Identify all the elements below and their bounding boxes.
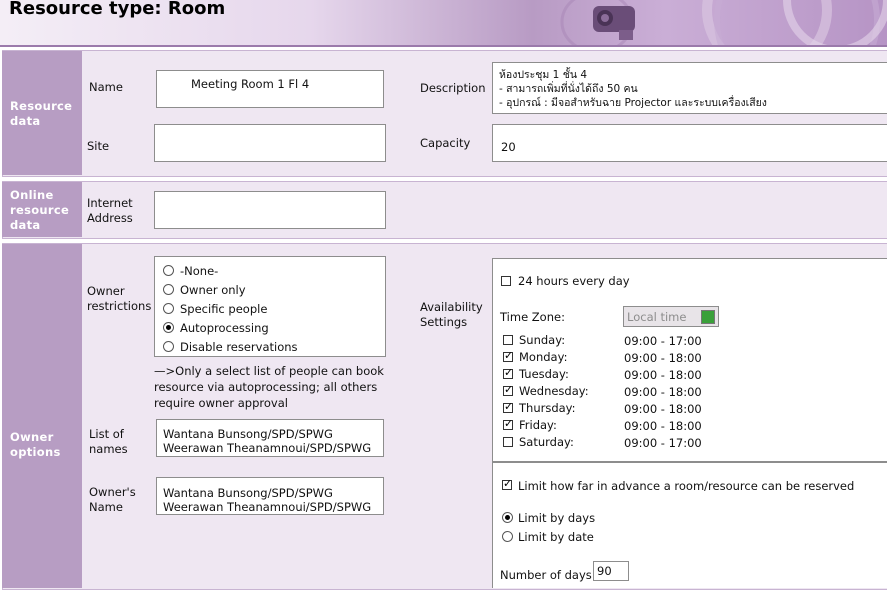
internet-address-label-line2: Address (87, 211, 133, 225)
day-checkbox-tuesday[interactable] (503, 366, 513, 379)
radio-limit-by-date[interactable] (502, 531, 513, 542)
all-day-label: 24 hours every day (518, 274, 630, 288)
header-divider (0, 45, 887, 47)
page-header: Resource type: Room (0, 0, 887, 45)
projector-icon (593, 6, 635, 40)
internet-address-label-line1: Internet (87, 196, 133, 210)
capacity-field[interactable]: 20 (492, 124, 887, 162)
reservation-limit-panel: Limit how far in advance a room/resource… (492, 462, 887, 588)
dropdown-icon[interactable] (701, 310, 715, 324)
restriction-note-line3: require owner approval (154, 396, 288, 410)
number-of-days-input[interactable]: 90 (593, 561, 629, 581)
number-of-days-label: Number of days: (500, 568, 596, 582)
online-resource-data-label: Online resource data (2, 182, 82, 237)
limit-advance-checkbox[interactable] (502, 477, 512, 490)
name-label: Name (89, 80, 123, 94)
day-checkbox-wednesday[interactable] (503, 383, 513, 396)
radio-disable-reservations[interactable] (163, 341, 174, 352)
availability-schedule-panel: 24 hours every day Time Zone: Local time… (492, 258, 887, 462)
radio-owner-only[interactable] (163, 284, 174, 295)
day-checkbox-monday[interactable] (503, 349, 513, 362)
time-zone-label: Time Zone: (500, 310, 565, 324)
owners-name-label-line1: Owner's (89, 485, 136, 499)
header-decoration-image (560, 0, 887, 45)
radio-limit-by-days[interactable] (502, 512, 513, 523)
restriction-note-line1: —>Only a select list of people can book (154, 364, 384, 378)
site-field[interactable] (154, 124, 386, 162)
name-field[interactable]: Meeting Room 1 Fl 4 (156, 70, 384, 108)
owner-options-label: Owner options (2, 244, 82, 588)
owner-restrictions-label-line2: restrictions (87, 299, 152, 313)
internet-address-field[interactable] (154, 191, 386, 229)
list-of-names-label-line1: List of (89, 427, 124, 441)
page-title: Resource type: Room (9, 0, 226, 19)
owner-restrictions-radio-group: -None- Owner only Specific people Autopr… (154, 256, 386, 357)
time-zone-select[interactable]: Local time (623, 306, 719, 327)
availability-label-line1: Availability (420, 300, 483, 314)
limit-advance-label: Limit how far in advance a room/resource… (518, 479, 855, 493)
day-checkbox-thursday[interactable] (503, 400, 513, 413)
restriction-note-line2: resource via autoprocessing; all others (154, 380, 378, 394)
list-of-names-field[interactable]: Wantana Bunsong/SPD/SPWG Weerawan Theana… (156, 419, 384, 457)
description-label: Description (420, 81, 486, 95)
online-resource-data-section (2, 181, 887, 239)
radio-autoprocessing[interactable] (163, 322, 174, 333)
radio-none[interactable] (163, 265, 174, 276)
description-field[interactable]: ห้องประชุม 1 ชั้น 4 - สามารถเพิ่มที่นั่ง… (492, 62, 887, 114)
radio-specific-people[interactable] (163, 303, 174, 314)
all-day-checkbox[interactable] (501, 276, 511, 286)
owners-name-field[interactable]: Wantana Bunsong/SPD/SPWG Weerawan Theana… (156, 477, 384, 515)
list-of-names-label-line2: names (89, 442, 128, 456)
capacity-label: Capacity (420, 136, 471, 150)
availability-label-line2: Settings (420, 315, 468, 329)
day-checkbox-friday[interactable] (503, 417, 513, 430)
day-checkbox-saturday[interactable] (503, 437, 513, 447)
resource-data-label: Resource data (2, 51, 82, 175)
owners-name-label-line2: Name (89, 500, 123, 514)
site-label: Site (87, 139, 110, 153)
day-checkbox-sunday[interactable] (503, 335, 513, 345)
owner-restrictions-label-line1: Owner (87, 284, 125, 298)
